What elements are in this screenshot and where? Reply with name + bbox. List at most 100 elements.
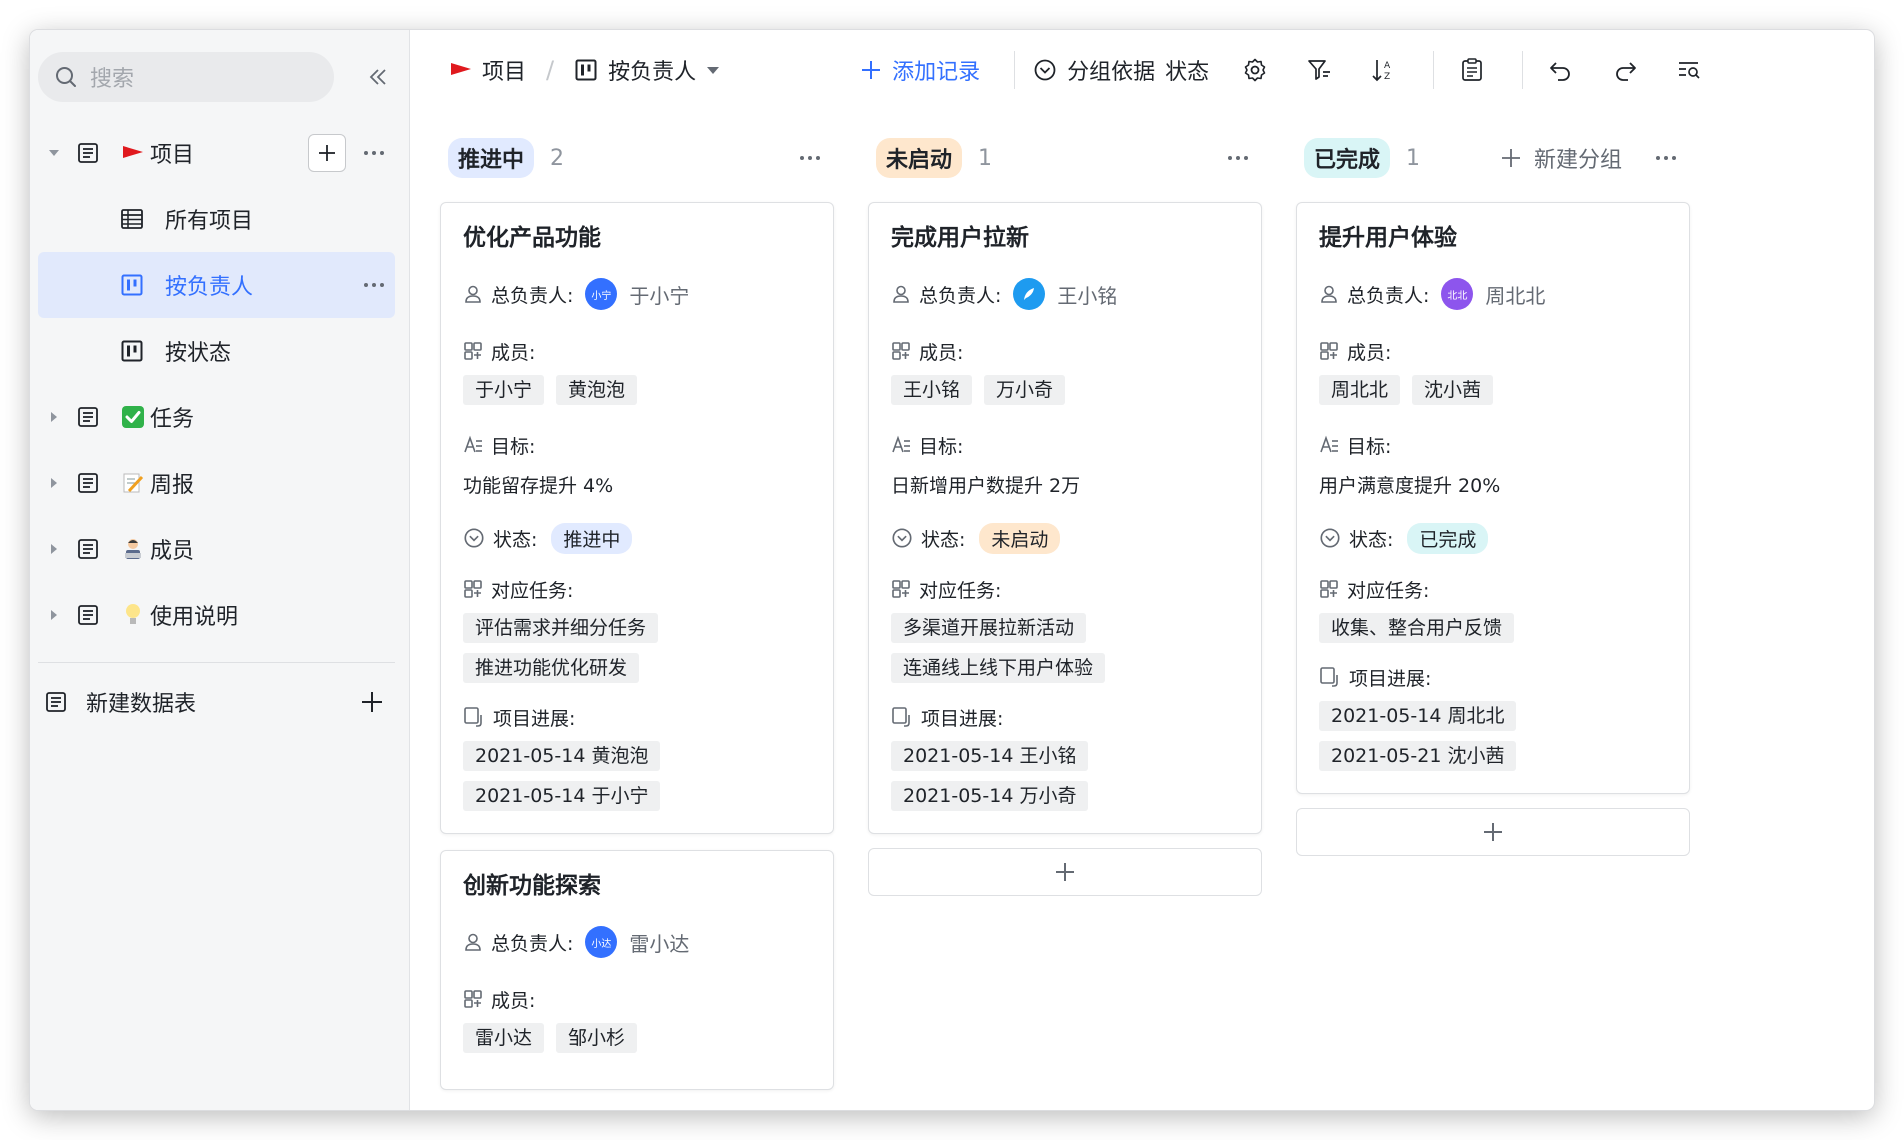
goal-label: 目标: xyxy=(1347,435,1392,458)
plus-icon xyxy=(862,61,881,79)
goal-label: 目标: xyxy=(919,435,964,458)
member-chip: 沈小茜 xyxy=(1412,375,1494,405)
tree-item-by-status[interactable]: 按状态 xyxy=(30,318,409,384)
add-card-button[interactable] xyxy=(1296,808,1690,856)
status-badge: 已完成 xyxy=(1407,522,1489,554)
tree-item-label: 成员 xyxy=(150,539,195,564)
find-button[interactable] xyxy=(1669,50,1709,90)
grid-table-icon xyxy=(120,207,144,231)
add-view-button[interactable] xyxy=(308,134,346,172)
tree-item-projects[interactable]: 项目 xyxy=(30,120,409,186)
plus-icon[interactable] xyxy=(360,690,384,714)
more-icon[interactable] xyxy=(1656,156,1676,160)
filter-button[interactable] xyxy=(1299,50,1339,90)
add-record-button[interactable]: 添加记录 xyxy=(860,54,980,86)
card-title: 创新功能探索 xyxy=(463,873,601,899)
status-badge: 未启动 xyxy=(979,522,1061,554)
tree-item-by-owner[interactable]: 按负责人 xyxy=(38,252,395,318)
breadcrumb-table-label: 项目 xyxy=(482,60,527,85)
tree-item-label: 按负责人 xyxy=(165,275,254,300)
add-card-button[interactable] xyxy=(868,848,1262,896)
status-badge: 推进中 xyxy=(448,138,535,178)
column-count: 2 xyxy=(550,145,565,171)
tasks-label: 对应任务: xyxy=(919,579,1002,602)
more-icon[interactable] xyxy=(364,151,384,155)
avatar xyxy=(1013,278,1046,310)
progress-link-icon xyxy=(892,707,910,727)
new-group-button[interactable]: 新建分组 xyxy=(1500,130,1622,186)
status-badge: 已完成 xyxy=(1304,138,1391,178)
breadcrumb-table[interactable]: 项目 xyxy=(450,54,526,86)
collapse-sidebar-button[interactable] xyxy=(362,61,394,93)
member-chip: 邹小杉 xyxy=(556,1023,638,1053)
goal-value: 日新增用户数提升 2万 xyxy=(891,475,1081,497)
member-chip: 于小宁 xyxy=(463,375,545,405)
task-chip: 评估需求并细分任务 xyxy=(463,613,659,643)
task-chip: 连通线上线下用户体验 xyxy=(891,653,1106,683)
group-by-label: 分组依据 xyxy=(1067,60,1156,85)
member-chip: 黄泡泡 xyxy=(556,375,638,405)
table-doc-icon xyxy=(76,471,100,495)
tree-item-instructions[interactable]: 使用说明 xyxy=(30,582,409,648)
tree-item-label: 周报 xyxy=(150,473,195,498)
avatar: 小宁 xyxy=(585,278,618,310)
undo-button[interactable] xyxy=(1541,50,1581,90)
more-icon[interactable] xyxy=(364,283,384,287)
column-count: 1 xyxy=(1406,145,1421,171)
members-label: 成员: xyxy=(491,989,536,1012)
caret-right-icon[interactable] xyxy=(46,541,62,557)
record-card[interactable]: 提升用户体验 总负责人: 北北 周北北 成员: 周北北 沈小茜 目标: 用户满意… xyxy=(1296,202,1690,794)
progress-link-icon xyxy=(464,707,482,727)
column-header: 已完成 1 xyxy=(1296,130,1694,186)
group-by-value: 状态 xyxy=(1165,60,1210,85)
technologist-icon xyxy=(120,536,146,562)
search-input[interactable]: 搜索 xyxy=(38,52,334,102)
avatar: 小达 xyxy=(585,926,618,958)
toolbar-divider xyxy=(1433,51,1435,89)
sort-button[interactable]: AZ xyxy=(1363,50,1403,90)
tree-item-members[interactable]: 成员 xyxy=(30,516,409,582)
column-header: 推进中 2 xyxy=(440,130,838,186)
text-field-icon xyxy=(892,435,910,453)
view-switcher[interactable]: 按负责人 xyxy=(574,54,720,86)
owner-label: 总负责人: xyxy=(491,284,574,307)
person-icon xyxy=(465,285,481,303)
tasks-label: 对应任务: xyxy=(491,579,574,602)
caret-right-icon[interactable] xyxy=(46,475,62,491)
tree-item-tasks[interactable]: 任务 xyxy=(30,384,409,450)
owner-name: 周北北 xyxy=(1485,283,1546,308)
caret-down-icon[interactable] xyxy=(46,145,62,161)
main-area: 项目 / 按负责人 添加记录 分组依据 状态 A Z 推进中 2 优化产品功能 … xyxy=(410,30,1874,1110)
filter-icon xyxy=(1308,60,1331,80)
members-label: 成员: xyxy=(491,341,536,364)
record-card[interactable]: 创新功能探索 总负责人: 小达 雷小达 成员: 雷小达 邹小杉 xyxy=(440,850,834,1090)
link-field-icon xyxy=(892,342,910,360)
more-icon[interactable] xyxy=(1228,156,1248,160)
table-doc-icon xyxy=(76,603,100,627)
group-by-button[interactable]: 分组依据 状态 xyxy=(1033,54,1209,86)
circle-chevron-down-icon xyxy=(1320,528,1340,548)
circle-chevron-down-icon xyxy=(1034,59,1056,81)
settings-button[interactable] xyxy=(1235,50,1275,90)
more-icon[interactable] xyxy=(800,156,820,160)
text-field-icon xyxy=(1320,435,1338,453)
plus-icon xyxy=(1056,863,1074,881)
redo-button[interactable] xyxy=(1605,50,1645,90)
sidebar-divider xyxy=(38,662,395,663)
form-button[interactable] xyxy=(1452,50,1492,90)
record-card[interactable]: 完成用户拉新 总负责人: 王小铭 成员: 王小铭 万小奇 目标: 日新增用户数提… xyxy=(868,202,1262,834)
table-doc-icon xyxy=(76,537,100,561)
kanban-icon xyxy=(120,273,144,297)
caret-down-icon xyxy=(707,67,720,74)
caret-right-icon[interactable] xyxy=(46,607,62,623)
tree-item-all-projects[interactable]: 所有项目 xyxy=(30,186,409,252)
member-chip: 周北北 xyxy=(1319,375,1401,405)
status-label: 状态: xyxy=(1349,528,1394,551)
caret-right-icon[interactable] xyxy=(46,409,62,425)
sidebar: 搜索 项目 所有项目 按负责人 按状态 任务 周报 成员 使用说明 新建数据表 xyxy=(30,30,410,1110)
tree-item-weekly-report[interactable]: 周报 xyxy=(30,450,409,516)
tree-item-label: 项目 xyxy=(150,143,195,168)
record-card[interactable]: 优化产品功能 总负责人: 小宁 于小宁 成员: 于小宁 黄泡泡 目标: 功能留存… xyxy=(440,202,834,834)
toolbar-divider xyxy=(1014,51,1016,89)
new-table-button[interactable]: 新建数据表 xyxy=(30,669,409,735)
